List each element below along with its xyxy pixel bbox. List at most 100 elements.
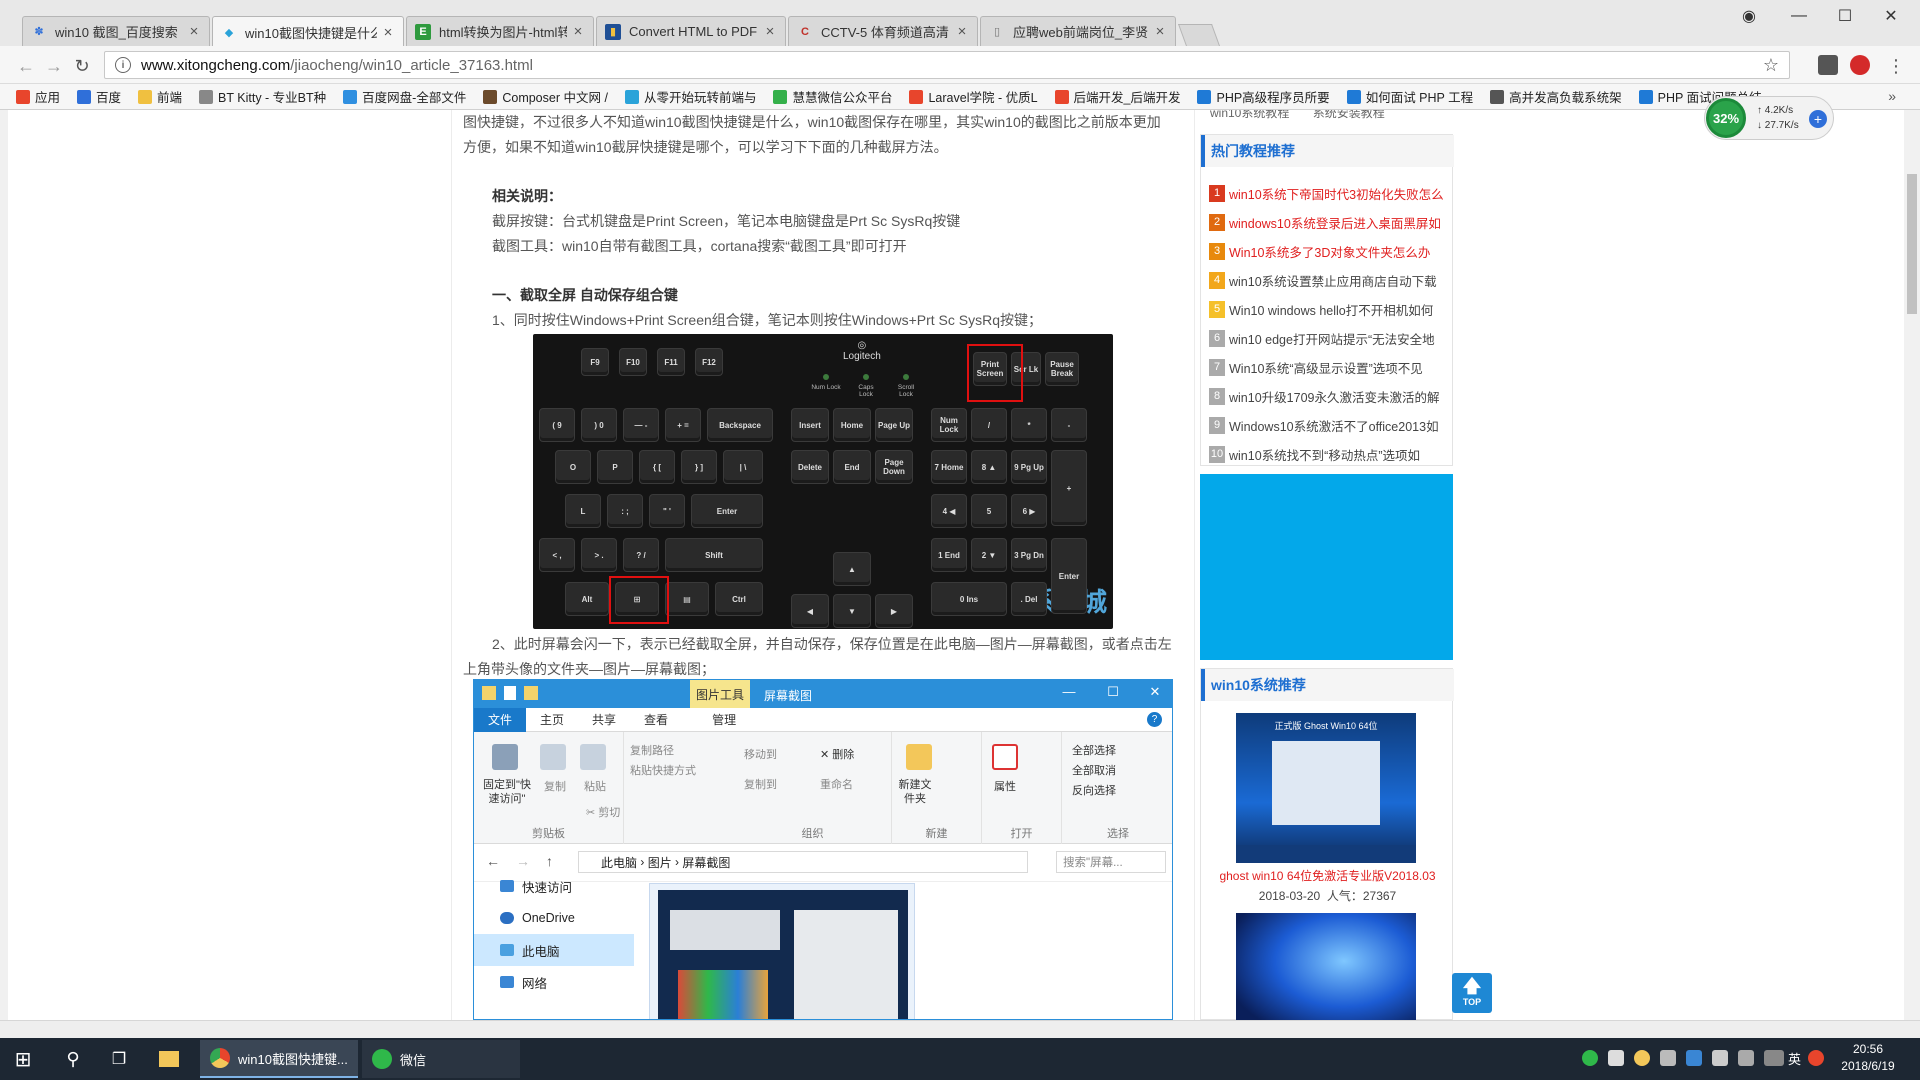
hot-tutorial-link: Win10系统“高级显示设置”选项不见 — [1229, 361, 1423, 376]
new-folder-icon — [524, 686, 538, 700]
path-segment: 屏幕截图 — [682, 855, 731, 870]
hot-tutorial-item[interactable]: 7 Win10系统“高级显示设置”选项不见 — [1209, 357, 1449, 377]
key-nenter: Enter — [1051, 538, 1087, 614]
start-button[interactable]: ⊞ — [0, 1038, 46, 1080]
system-thumb-1[interactable]: 正式版 Ghost Win10 64位 — [1236, 713, 1416, 863]
tray-icon[interactable] — [1608, 1050, 1624, 1066]
hot-tutorial-link: windows10系统登录后进入桌面黑屏如 — [1229, 216, 1441, 231]
key-f12: F12 — [695, 348, 723, 376]
tray-icon[interactable] — [1634, 1050, 1650, 1066]
system-clock[interactable]: 20:56 2018/6/19 — [1828, 1041, 1908, 1075]
net-speed-widget[interactable]: 32% ↑ 4.2K/s ↓ 27.7K/s + — [1704, 96, 1834, 140]
minimize-button[interactable]: — — [1776, 4, 1822, 28]
taskbar-app-wechat[interactable]: 微信 — [362, 1040, 520, 1078]
close-icon[interactable]: × — [381, 24, 395, 41]
bookmark-star-icon[interactable]: ☆ — [1763, 55, 1779, 76]
bookmark-item[interactable]: 百度 — [77, 87, 121, 106]
bookmark-item[interactable]: 慧慧微信公众平台 — [773, 87, 892, 106]
hot-tutorial-item[interactable]: 6 win10 edge打开网站提示“无法安全地 — [1209, 328, 1449, 348]
keyboard-icon[interactable] — [1764, 1050, 1784, 1066]
back-button[interactable]: ← — [14, 54, 38, 78]
bookmark-item[interactable]: 如何面试 PHP 工程 — [1346, 87, 1473, 106]
tab-job-post[interactable]: ▯ 应聘web前端岗位_李贤 × — [980, 16, 1176, 46]
hot-tutorial-link: Win10系统多了3D对象文件夹怎么办 — [1229, 245, 1431, 260]
bookmark-item[interactable]: 应用 — [16, 87, 60, 106]
search-icon[interactable]: ⚲ — [50, 1038, 96, 1080]
task-view-icon[interactable]: ❐ — [96, 1038, 142, 1080]
key-ndot: . Del — [1011, 582, 1047, 616]
address-bar[interactable]: i www.xitongcheng.com/jiaocheng/win10_ar… — [104, 51, 1790, 79]
plus-icon[interactable]: + — [1809, 110, 1827, 128]
close-icon[interactable]: × — [187, 23, 201, 40]
bookmark-item[interactable]: Composer 中文网 / — [483, 87, 608, 106]
indicator-led — [903, 374, 909, 380]
key-plus: + = — [665, 408, 701, 442]
hot-tutorial-item[interactable]: 5 Win10 windows hello打不开相机如何 — [1209, 299, 1449, 319]
bookmark-label: 百度网盘-全部文件 — [362, 91, 467, 105]
tab-convert-html-pdf[interactable]: ▮ Convert HTML to PDF × — [596, 16, 786, 46]
system-thumb-2[interactable] — [1236, 913, 1416, 1020]
ime-indicator[interactable]: 英 — [1788, 1049, 1801, 1068]
network-tray-icon[interactable] — [1712, 1050, 1728, 1066]
reload-button[interactable]: ↻ — [70, 54, 94, 78]
more-bookmarks-icon[interactable]: » — [1888, 88, 1896, 104]
bookmark-item[interactable]: Laravel学院 - 优质L — [909, 87, 1038, 106]
bookmark-item[interactable]: BT Kitty - 专业BT种 — [199, 87, 326, 106]
hot-tutorial-item[interactable]: 4 win10系统设置禁止应用商店自动下载 — [1209, 270, 1449, 290]
sidebar-cut-text: win10系统教程 系统安装教程 — [1210, 110, 1385, 120]
bookmark-item[interactable]: PHP高级程序员所要 — [1197, 87, 1330, 106]
hot-tutorial-item[interactable]: 10 win10系统找不到“移动热点”选项如 — [1209, 444, 1449, 464]
bookmark-item[interactable]: 百度网盘-全部文件 — [343, 87, 466, 106]
hot-tutorial-item[interactable]: 9 Windows10系统激活不了office2013如 — [1209, 415, 1449, 435]
account-icon[interactable]: ◉ — [1726, 4, 1772, 28]
close-window-button[interactable]: ✕ — [1868, 4, 1914, 28]
close-icon[interactable]: × — [955, 23, 969, 40]
bookmark-item[interactable]: 后端开发_后端开发 — [1054, 87, 1180, 106]
tab-cctv5[interactable]: C CCTV-5 体育频道高清 × — [788, 16, 978, 46]
file-explorer-icon[interactable] — [146, 1038, 192, 1080]
tab-xitongcheng-article[interactable]: ◆ win10截图快捷键是什么 × — [212, 16, 404, 47]
tab-html-to-image[interactable]: E html转换为图片-html转 × — [406, 16, 594, 46]
hot-tutorial-item[interactable]: 1 win10系统下帝国时代3初始化失败怎么 — [1209, 183, 1449, 203]
hot-tutorial-item[interactable]: 8 win10升级1709永久激活变未激活的解 — [1209, 386, 1449, 406]
indicator-led — [823, 374, 829, 380]
sogou-icon[interactable] — [1808, 1050, 1824, 1066]
key-k9: ( 9 — [539, 408, 575, 442]
info-icon[interactable]: i — [115, 57, 131, 73]
close-icon[interactable]: × — [1153, 23, 1167, 40]
menu-icon[interactable]: ⋮ — [1884, 54, 1908, 78]
hot-tutorial-item[interactable]: 2 windows10系统登录后进入桌面黑屏如 — [1209, 212, 1449, 232]
close-icon[interactable]: × — [571, 23, 585, 40]
back-to-top-button[interactable]: 🡅 TOP — [1452, 973, 1492, 1013]
scrollbar-thumb[interactable] — [1907, 174, 1917, 314]
ad-banner[interactable] — [1200, 474, 1453, 660]
key-f10: F10 — [619, 348, 647, 376]
taskbar-app-label: win10截图快捷键... — [238, 1051, 348, 1067]
step-line: 1、同时按住Windows+Print Screen组合键，笔记本则按住Wind… — [492, 312, 1042, 328]
tray-icon[interactable] — [1660, 1050, 1676, 1066]
new-folder-icon — [906, 744, 932, 770]
bookmark-item[interactable]: 高并发高负载系统架 — [1490, 87, 1622, 106]
key-pgdn: Page Down — [875, 450, 913, 484]
vertical-scrollbar[interactable] — [1904, 110, 1920, 1020]
key-enter: Enter — [691, 494, 763, 528]
extension-icon[interactable] — [1818, 55, 1838, 75]
hot-tutorial-item[interactable]: 3 Win10系统多了3D对象文件夹怎么办 — [1209, 241, 1449, 261]
forward-button[interactable]: → — [42, 54, 66, 78]
system-name-link[interactable]: ghost win10 64位免激活专业版V2018.03 — [1201, 867, 1454, 884]
bookmark-item[interactable]: 从零开始玩转前端与 — [624, 87, 756, 106]
bookmark-item[interactable]: 前端 — [138, 87, 182, 106]
maximize-button[interactable]: ☐ — [1822, 4, 1868, 28]
wechat-tray-icon[interactable] — [1582, 1050, 1598, 1066]
tab-baidu-search[interactable]: ✽ win10 截图_百度搜索 × — [22, 16, 210, 46]
close-icon[interactable]: × — [763, 23, 777, 40]
volume-icon[interactable] — [1738, 1050, 1754, 1066]
help-icon: ? — [1147, 712, 1162, 727]
new-tab-button[interactable] — [1177, 24, 1221, 46]
tray-icon[interactable] — [1686, 1050, 1702, 1066]
screenshot-thumbnail — [649, 883, 915, 1019]
taskbar-app-chrome[interactable]: win10截图快捷键... — [200, 1040, 358, 1078]
adblock-icon[interactable] — [1850, 55, 1870, 75]
key-left: ◀ — [791, 594, 829, 628]
rank-number: 6 — [1209, 329, 1225, 347]
